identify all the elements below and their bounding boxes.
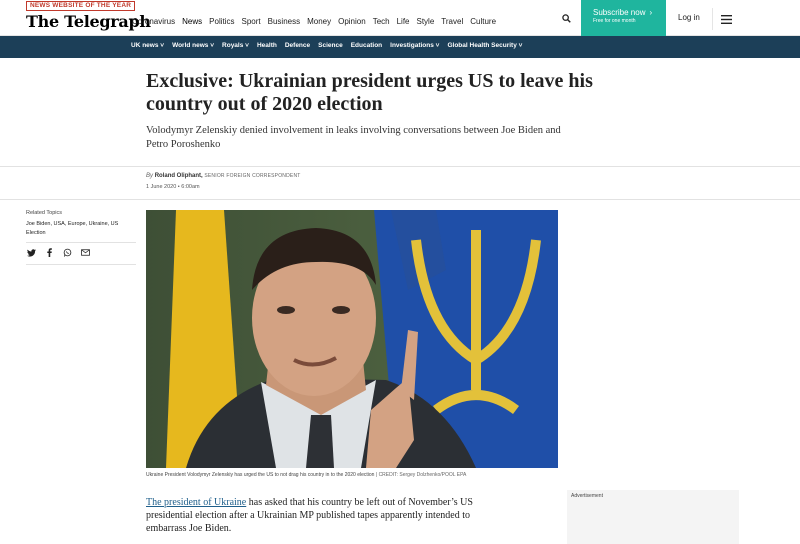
nav-item-culture[interactable]: Culture <box>470 17 496 26</box>
section-defence[interactable]: Defence <box>285 42 310 49</box>
primary-nav: Coronavirus News Politics Sport Business… <box>132 17 503 26</box>
section-label: Royals <box>222 42 244 49</box>
nav-item-politics[interactable]: Politics <box>209 17 234 26</box>
subscribe-button[interactable]: Subscribe now › Free for one month <box>581 0 666 36</box>
subscribe-subtext: Free for one month <box>593 18 636 24</box>
chevron-right-icon: › <box>649 8 653 17</box>
nav-item-tech[interactable]: Tech <box>373 17 390 26</box>
section-education[interactable]: Education <box>351 42 382 49</box>
hamburger-icon <box>721 14 732 24</box>
caption-text: Ukraine President Volodymyr Zelenskiy ha… <box>146 472 375 478</box>
author-role: Senior Foreign Correspondent <box>204 173 301 179</box>
publish-date: 1 June 2020 • 6:00am <box>146 184 200 190</box>
author-link[interactable]: Roland Oliphant, <box>155 173 203 179</box>
nav-item-style[interactable]: Style <box>417 17 435 26</box>
section-investigations[interactable]: Investigations ˅ <box>390 42 439 49</box>
nav-item-sport[interactable]: Sport <box>242 17 261 26</box>
section-world-news[interactable]: World news ˅ <box>172 42 214 49</box>
article-hero-image[interactable] <box>146 210 558 468</box>
nav-item-opinion[interactable]: Opinion <box>338 17 366 26</box>
article-body-paragraph: The president of Ukraine has asked that … <box>146 496 496 535</box>
twitter-icon[interactable] <box>27 248 36 257</box>
hero-photo <box>146 210 558 468</box>
section-global-health-security[interactable]: Global Health Security ˅ <box>447 42 522 49</box>
section-uk-news[interactable]: UK news ˅ <box>131 42 164 49</box>
whatsapp-icon[interactable] <box>63 248 72 257</box>
section-label: Investigations <box>390 42 434 49</box>
section-label: Global Health Security <box>447 42 517 49</box>
nav-item-money[interactable]: Money <box>307 17 331 26</box>
subscribe-label: Subscribe now <box>593 8 646 17</box>
sidebar-divider <box>26 242 136 243</box>
award-badge: NEWS WEBSITE OF THE YEAR <box>26 1 136 11</box>
search-button[interactable] <box>551 0 581 36</box>
section-royals[interactable]: Royals ˅ <box>222 42 249 49</box>
byline: By Roland Oliphant, Senior Foreign Corre… <box>146 173 301 179</box>
facebook-icon[interactable] <box>45 248 54 257</box>
section-label: World news <box>172 42 209 49</box>
article-headline: Exclusive: Ukrainian president urges US … <box>146 70 593 115</box>
body-link[interactable]: The president of Ukraine <box>146 497 246 508</box>
byline-prefix: By <box>146 173 154 179</box>
section-science[interactable]: Science <box>318 42 343 49</box>
related-topics-list[interactable]: Joe Biden, USA, Europe, Ukraine, US Elec… <box>26 220 131 238</box>
login-link[interactable]: Log in <box>678 13 700 22</box>
sidebar-divider <box>26 264 136 265</box>
advertisement-label: Advertisement <box>571 493 603 499</box>
article-standfirst: Volodymyr Zelenskiy denied involvement i… <box>146 125 561 150</box>
email-icon[interactable] <box>81 248 90 257</box>
menu-button[interactable] <box>712 8 740 30</box>
section-nav: UK news ˅ World news ˅ Royals ˅ Health D… <box>0 36 800 58</box>
divider <box>0 199 800 200</box>
nav-item-coronavirus[interactable]: Coronavirus <box>132 17 175 26</box>
search-icon <box>561 13 571 23</box>
nav-item-life[interactable]: Life <box>397 17 410 26</box>
share-bar <box>27 248 90 257</box>
nav-item-news[interactable]: News <box>182 17 202 26</box>
related-topics-title: Related Topics <box>26 210 62 216</box>
nav-item-travel[interactable]: Travel <box>441 17 463 26</box>
section-health[interactable]: Health <box>257 42 277 49</box>
site-header: NEWS WEBSITE OF THE YEAR The Telegraph C… <box>0 0 800 36</box>
image-caption: Ukraine President Volodymyr Zelenskiy ha… <box>146 472 566 478</box>
section-label: UK news <box>131 42 159 49</box>
nav-item-business[interactable]: Business <box>268 17 300 26</box>
divider <box>0 166 800 167</box>
image-credit: CREDIT: Sergey Dolzhenko/POOL EPA <box>378 472 467 478</box>
